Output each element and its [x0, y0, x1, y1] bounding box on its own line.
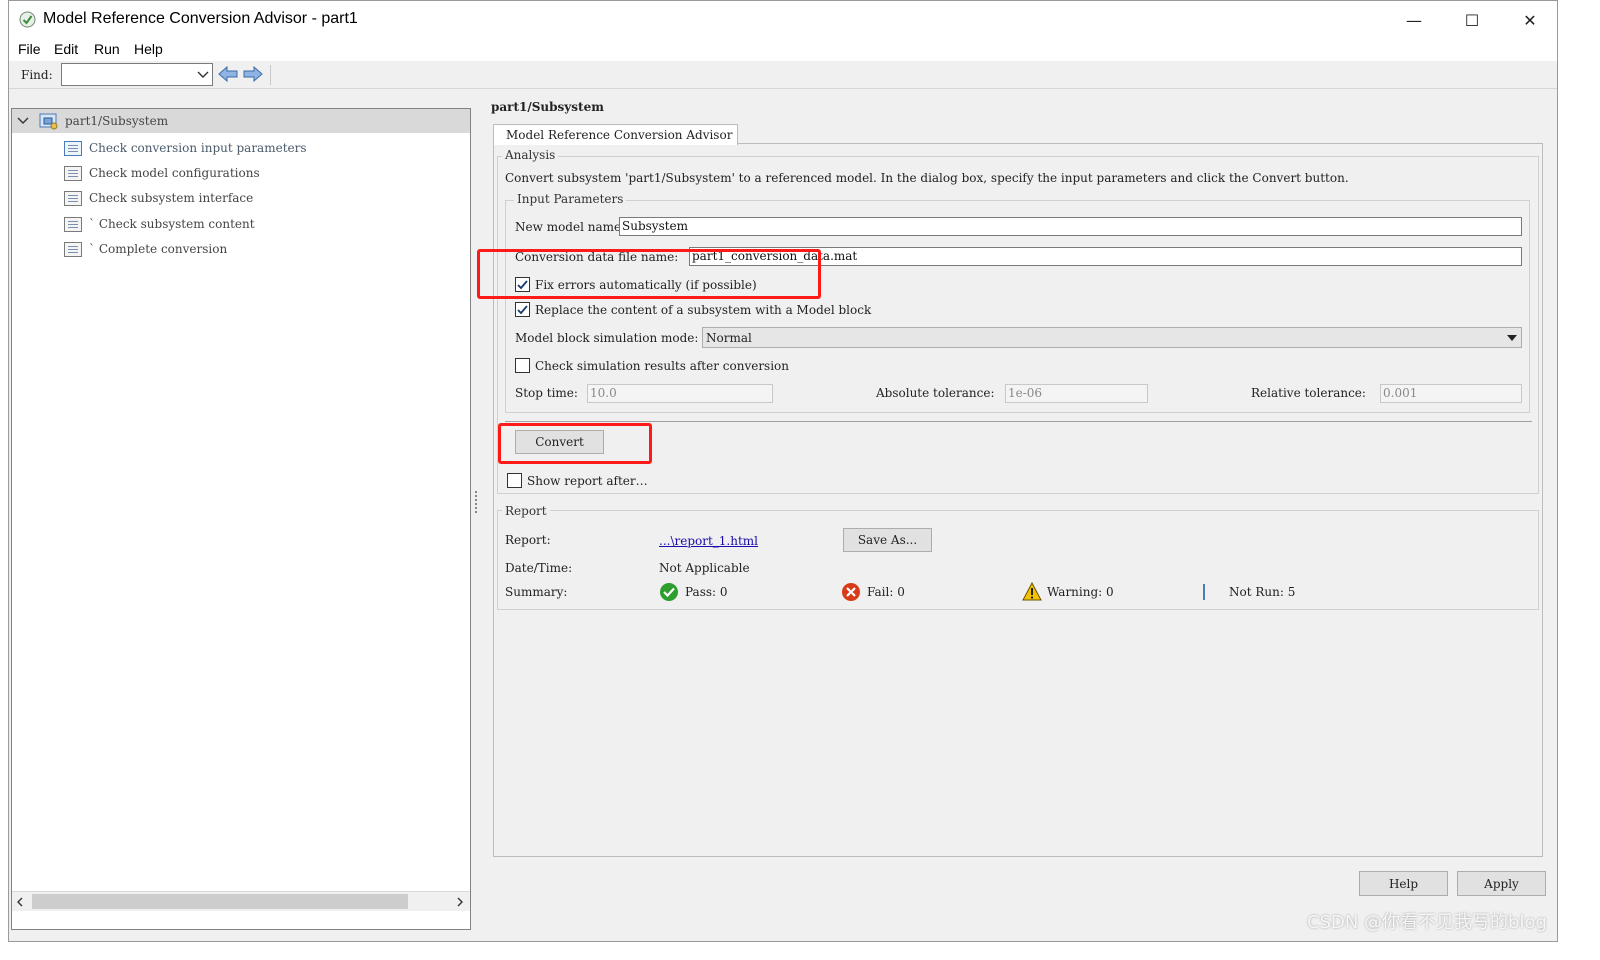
stop-time-label: Stop time:	[515, 386, 578, 400]
save-as-button[interactable]: Save As...	[843, 528, 932, 552]
highlight-box-convert	[498, 423, 652, 464]
fail-icon	[842, 583, 860, 601]
find-combobox[interactable]	[61, 63, 213, 86]
tree-item-label: ` Complete conversion	[89, 242, 228, 256]
arrow-right-icon[interactable]	[242, 65, 264, 83]
arrow-left-icon[interactable]	[217, 65, 239, 83]
scrollbar-thumb[interactable]	[32, 894, 408, 909]
rel-tolerance-field[interactable]: 0.001	[1380, 384, 1522, 403]
chevron-down-icon	[197, 71, 209, 78]
tree-root[interactable]: part1/Subsystem	[12, 109, 470, 133]
subsystem-icon	[39, 113, 58, 129]
menu-edit[interactable]: Edit	[54, 41, 78, 57]
tree-item-check-model-configurations[interactable]: Check model configurations	[64, 161, 260, 185]
report-link[interactable]: ...\report_1.html	[659, 534, 758, 548]
rel-tolerance-label: Relative tolerance:	[1251, 386, 1366, 400]
find-label: Find:	[21, 68, 53, 82]
right-pane-path: part1/Subsystem	[491, 100, 604, 114]
window-title: Model Reference Conversion Advisor - par…	[43, 10, 358, 27]
task-doc-icon	[64, 165, 82, 181]
title-bar: Model Reference Conversion Advisor - par…	[9, 1, 1557, 39]
abs-tolerance-label: Absolute tolerance:	[876, 386, 995, 400]
tree-item-check-conversion-input[interactable]: Check conversion input parameters	[64, 136, 307, 160]
task-doc-icon	[64, 241, 82, 257]
analysis-legend: Analysis	[502, 148, 559, 162]
sim-mode-dropdown[interactable]: Normal	[702, 327, 1522, 348]
toolbar: Find:	[9, 61, 1557, 89]
toolbar-separator	[270, 65, 271, 85]
tab-label: Model Reference Conversion Advisor	[506, 128, 733, 142]
dropdown-arrow-icon	[1507, 335, 1517, 341]
apply-button[interactable]: Apply	[1457, 871, 1546, 896]
datetime-label: Date/Time:	[505, 561, 573, 575]
sim-mode-label: Model block simulation mode:	[515, 331, 699, 345]
tree-item-check-subsystem-interface[interactable]: Check subsystem interface	[64, 186, 253, 210]
advisor-check-icon	[19, 11, 36, 28]
tree-item-check-subsystem-content[interactable]: ` Check subsystem content	[64, 212, 255, 236]
report-label: Report:	[505, 533, 551, 547]
separator-line	[505, 421, 1532, 422]
app-window: Model Reference Conversion Advisor - par…	[8, 0, 1558, 942]
warning-icon	[1022, 582, 1042, 601]
pass-count: Pass: 0	[685, 585, 728, 599]
fail-count: Fail: 0	[867, 585, 905, 599]
close-button[interactable]: ✕	[1501, 1, 1559, 39]
tree-item-label: Check model configurations	[89, 166, 260, 180]
report-group	[497, 510, 1539, 610]
sim-mode-value: Normal	[706, 331, 752, 345]
tab-model-reference-conversion-advisor[interactable]: Model Reference Conversion Advisor	[493, 124, 738, 145]
not-run-icon	[1203, 584, 1205, 600]
scroll-right-icon[interactable]	[456, 897, 464, 907]
not-run-count: Not Run: 5	[1229, 585, 1296, 599]
tree-item-label: Check subsystem interface	[89, 191, 254, 205]
new-model-field[interactable]: Subsystem	[619, 217, 1522, 236]
pass-icon	[660, 583, 678, 601]
replace-content-checkbox[interactable]	[515, 302, 530, 317]
task-doc-icon	[64, 216, 82, 232]
help-button[interactable]: Help	[1359, 871, 1448, 896]
tree-item-label: ` Check subsystem content	[89, 217, 255, 231]
check-sim-results-checkbox[interactable]	[515, 358, 530, 373]
analysis-description: Convert subsystem 'part1/Subsystem' to a…	[505, 171, 1349, 185]
tree-root-label: part1/Subsystem	[65, 114, 169, 128]
splitter-handle[interactable]	[475, 491, 478, 513]
highlight-box-fix-errors	[477, 249, 821, 299]
checkmark-icon	[517, 305, 528, 315]
maximize-button[interactable]: ☐	[1443, 1, 1501, 39]
minimize-button[interactable]: —	[1385, 1, 1443, 39]
datetime-value: Not Applicable	[659, 561, 750, 575]
task-doc-icon	[64, 190, 82, 206]
menu-run[interactable]: Run	[94, 41, 120, 57]
watermark: CSDN @你看不见我写的blog	[1307, 912, 1547, 933]
scroll-left-icon[interactable]	[16, 897, 24, 907]
menu-file[interactable]: File	[18, 41, 41, 57]
tree-item-complete-conversion[interactable]: ` Complete conversion	[64, 237, 227, 261]
report-legend: Report	[502, 504, 550, 518]
input-parameters-legend: Input Parameters	[514, 192, 627, 206]
menu-help[interactable]: Help	[134, 41, 163, 57]
check-sim-results-label: Check simulation results after conversio…	[535, 359, 790, 373]
show-report-label: Show report after…	[527, 474, 648, 488]
summary-label: Summary:	[505, 585, 568, 599]
task-tree: part1/Subsystem Check conversion input p…	[11, 108, 471, 930]
horizontal-scrollbar[interactable]	[12, 891, 470, 911]
abs-tolerance-field[interactable]: 1e-06	[1005, 384, 1148, 403]
chevron-down-icon[interactable]	[17, 116, 29, 126]
show-report-checkbox[interactable]	[507, 473, 522, 488]
new-model-label: New model name:	[515, 220, 626, 234]
menu-bar	[9, 39, 1557, 61]
replace-content-label: Replace the content of a subsystem with …	[535, 303, 872, 317]
warning-count: Warning: 0	[1047, 585, 1114, 599]
tree-item-label: Check conversion input parameters	[89, 141, 307, 155]
task-doc-icon	[64, 140, 82, 156]
stop-time-field[interactable]: 10.0	[587, 384, 773, 403]
